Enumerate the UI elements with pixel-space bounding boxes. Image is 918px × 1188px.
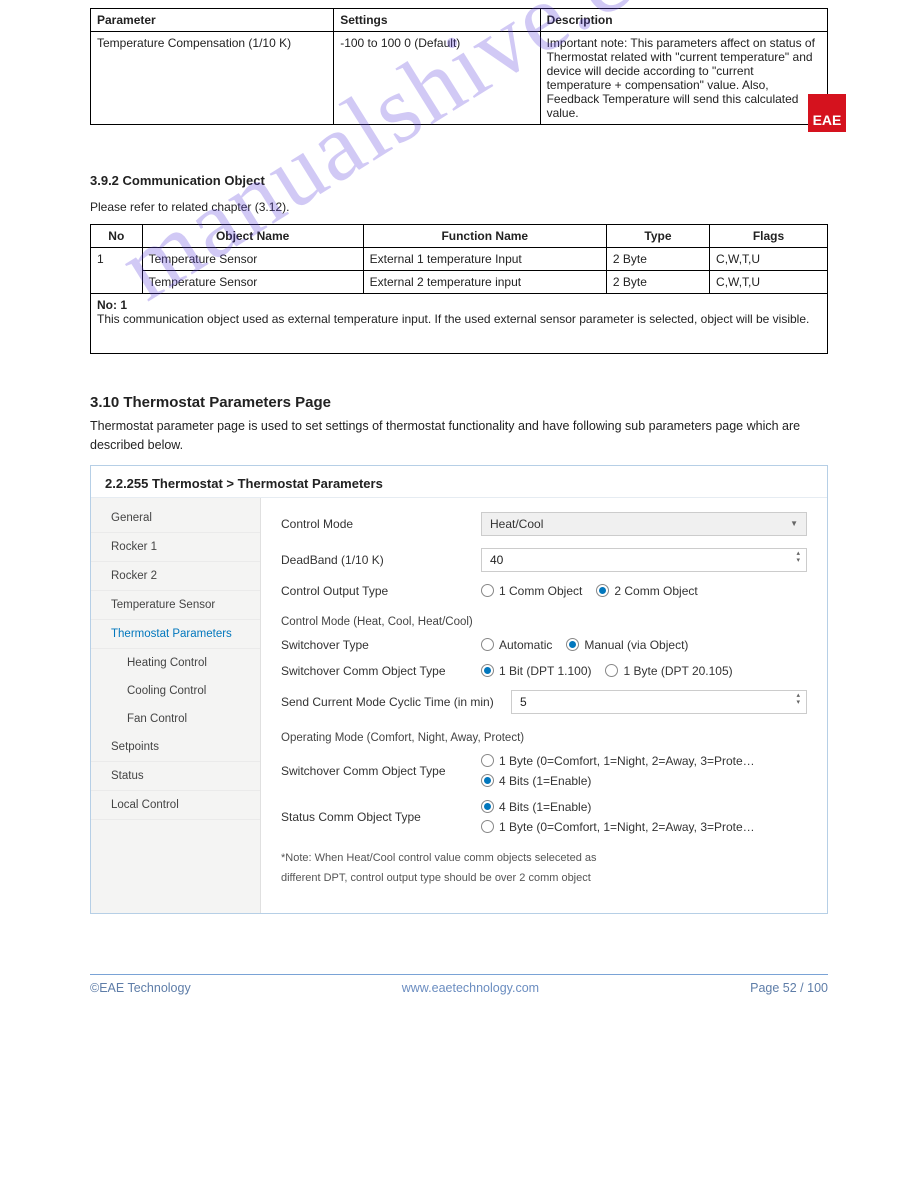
radio-icon [605, 664, 618, 677]
sidebar-item-rocker-2[interactable]: Rocker 2 [91, 562, 260, 591]
radio-label: 4 Bits (1=Enable) [499, 800, 591, 814]
control-mode-dropdown[interactable]: Heat/Cool [481, 512, 807, 536]
t2-h2: Function Name [363, 225, 606, 248]
section-3-10-title: 3.10 Thermostat Parameters Page [90, 394, 828, 411]
radio-icon [481, 638, 494, 651]
radio-icon [481, 584, 494, 597]
sidebar-item-fan-control[interactable]: Fan Control [91, 705, 260, 733]
parameter-table-1: Parameter Settings Description Temperatu… [90, 8, 828, 125]
sidebar-item-cooling-control[interactable]: Cooling Control [91, 677, 260, 705]
switchover-radio-manual[interactable]: Manual (via Object) [566, 638, 688, 652]
radio-label: 2 Comm Object [614, 584, 697, 598]
form-note: *Note: When Heat/Cool control value comm… [281, 848, 807, 890]
sidebar-item-general[interactable]: General [91, 504, 260, 533]
t1-h2: Settings [334, 9, 540, 32]
switchover-obj-label: Switchover Comm Object Type [281, 664, 471, 678]
output-type-label: Control Output Type [281, 584, 471, 598]
switchover-obj-radio-1bit[interactable]: 1 Bit (DPT 1.100) [481, 664, 591, 678]
cyclic-time-label: Send Current Mode Cyclic Time (in min) [281, 695, 501, 709]
t2-r0c0: 1 [91, 248, 143, 294]
radio-label: Manual (via Object) [584, 638, 688, 652]
deadband-spinbox[interactable]: 40 [481, 548, 807, 572]
t2-r1c1: Temperature Sensor [142, 271, 363, 294]
t2-r0c1: Temperature Sensor [142, 248, 363, 271]
radio-icon [481, 754, 494, 767]
t2-r0c4: C,W,T,U [710, 248, 828, 271]
t2-h1: Object Name [142, 225, 363, 248]
group-head-2: Operating Mode (Comfort, Night, Away, Pr… [281, 732, 807, 744]
t2-r1c3: 2 Byte [606, 271, 709, 294]
cyclic-time-spinbox[interactable]: 5 [511, 690, 807, 714]
t2-r0c2: External 1 temperature Input [363, 248, 606, 271]
note-line-1: *Note: When Heat/Cool control value comm… [281, 848, 807, 869]
radio-label: 1 Bit (DPT 1.100) [499, 664, 591, 678]
sidebar-item-heating-control[interactable]: Heating Control [91, 649, 260, 677]
t2-footer: No: 1 This communication object used as … [91, 294, 828, 354]
radio-label: 1 Byte (0=Comfort, 1=Night, 2=Away, 3=Pr… [499, 754, 755, 768]
t1-c2: -100 to 100 0 (Default) [334, 32, 540, 125]
page-footer: ©EAE Technology www.eaetechnology.com Pa… [90, 974, 828, 995]
status-radio-4bit[interactable]: 4 Bits (1=Enable) [481, 800, 807, 814]
output-type-radio-2[interactable]: 2 Comm Object [596, 584, 697, 598]
radio-icon [481, 820, 494, 833]
t2-footer-head: No: 1 [97, 298, 127, 312]
sidebar-item-thermostat-parameters[interactable]: Thermostat Parameters [91, 620, 260, 649]
op-switchover-radio-4bit[interactable]: 4 Bits (1=Enable) [481, 774, 807, 788]
radio-icon [596, 584, 609, 597]
sidebar-item-temperature-sensor[interactable]: Temperature Sensor [91, 591, 260, 620]
footer-link[interactable]: www.eaetechnology.com [402, 981, 539, 995]
switchover-radio-auto[interactable]: Automatic [481, 638, 552, 652]
radio-icon [481, 664, 494, 677]
note-line-2: different DPT, control output type shoul… [281, 868, 807, 889]
t2-h3: Type [606, 225, 709, 248]
app-sidebar: GeneralRocker 1Rocker 2Temperature Senso… [91, 498, 261, 914]
comm-object-table: No Object Name Function Name Type Flags … [90, 224, 828, 354]
switchover-obj-radio-1byte[interactable]: 1 Byte (DPT 20.105) [605, 664, 732, 678]
radio-icon [481, 774, 494, 787]
group-head-1: Control Mode (Heat, Cool, Heat/Cool) [281, 616, 807, 628]
t2-footer-body: This communication object used as extern… [97, 312, 809, 326]
ets-parameter-panel: 2.2.255 Thermostat > Thermostat Paramete… [90, 465, 828, 915]
sidebar-item-local-control[interactable]: Local Control [91, 791, 260, 820]
status-obj-label: Status Comm Object Type [281, 810, 471, 824]
t2-r1c2: External 2 temperature input [363, 271, 606, 294]
switchover-type-label: Switchover Type [281, 638, 471, 652]
sidebar-item-rocker-1[interactable]: Rocker 1 [91, 533, 260, 562]
t2-r1c4: C,W,T,U [710, 271, 828, 294]
radio-label: 1 Byte (DPT 20.105) [623, 664, 732, 678]
radio-icon [481, 800, 494, 813]
section-3-9-2-title: 3.9.2 Communication Object [90, 173, 828, 188]
radio-label: 1 Byte (0=Comfort, 1=Night, 2=Away, 3=Pr… [499, 820, 755, 834]
radio-label: Automatic [499, 638, 552, 652]
status-radio-1byte[interactable]: 1 Byte (0=Comfort, 1=Night, 2=Away, 3=Pr… [481, 820, 807, 834]
footer-page: Page 52 / 100 [750, 981, 828, 995]
op-switchover-label: Switchover Comm Object Type [281, 764, 471, 778]
output-type-radio-1[interactable]: 1 Comm Object [481, 584, 582, 598]
radio-label: 1 Comm Object [499, 584, 582, 598]
brand-logo: EAE [808, 94, 846, 132]
breadcrumb: 2.2.255 Thermostat > Thermostat Paramete… [91, 466, 827, 498]
radio-icon [566, 638, 579, 651]
section-3-9-2-sub: Please refer to related chapter (3.12). [90, 200, 828, 214]
sidebar-item-status[interactable]: Status [91, 762, 260, 791]
t2-r0c3: 2 Byte [606, 248, 709, 271]
t1-c3: Important note: This parameters affect o… [540, 32, 827, 125]
t1-h1: Parameter [91, 9, 334, 32]
t1-c1: Temperature Compensation (1/10 K) [91, 32, 334, 125]
deadband-label: DeadBand (1/10 K) [281, 553, 471, 567]
section-3-10-para: Thermostat parameter page is used to set… [90, 417, 828, 455]
sidebar-item-setpoints[interactable]: Setpoints [91, 733, 260, 762]
radio-label: 4 Bits (1=Enable) [499, 774, 591, 788]
t2-h4: Flags [710, 225, 828, 248]
op-switchover-radio-1byte[interactable]: 1 Byte (0=Comfort, 1=Night, 2=Away, 3=Pr… [481, 754, 807, 768]
app-form: Control Mode Heat/Cool DeadBand (1/10 K)… [261, 498, 827, 914]
t1-h3: Description [540, 9, 827, 32]
t2-h0: No [91, 225, 143, 248]
control-mode-label: Control Mode [281, 517, 471, 531]
footer-copyright: ©EAE Technology [90, 981, 191, 995]
